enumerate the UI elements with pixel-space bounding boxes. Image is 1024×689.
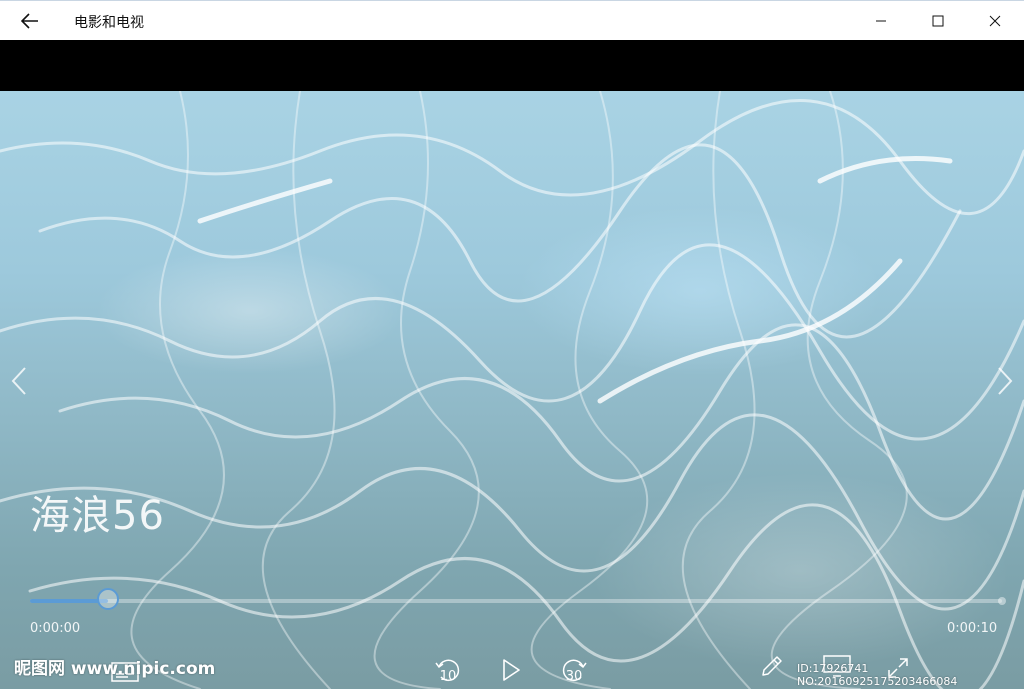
skip-forward-label: 30 (565, 669, 583, 684)
skip-forward-button[interactable]: 30 (556, 652, 592, 688)
maximize-icon (932, 15, 944, 26)
watermark-site: 昵图网 www.nipic.com (14, 659, 216, 679)
edit-button[interactable] (756, 650, 788, 682)
next-video-button[interactable] (990, 361, 1020, 401)
total-time: 0:00:10 (947, 621, 998, 636)
minimize-button[interactable] (853, 1, 909, 40)
seek-end-marker (998, 597, 1006, 605)
title-bar: 电影和电视 (0, 0, 1024, 40)
back-button[interactable] (14, 5, 46, 37)
skip-back-label: 10 (439, 669, 457, 684)
play-icon (503, 659, 520, 681)
play-button[interactable] (496, 654, 526, 686)
skip-back-button[interactable]: 10 (430, 652, 466, 688)
video-title: 海浪56 (30, 493, 165, 539)
watermark-id: ID:17926741 NO:20160925175203466084 (797, 662, 958, 688)
letterbox-bar (0, 40, 1024, 91)
seek-bar[interactable] (30, 588, 1006, 610)
close-icon (989, 15, 1001, 26)
chevron-right-icon (998, 367, 1013, 395)
back-arrow-icon (21, 13, 38, 29)
app-title: 电影和电视 (74, 15, 144, 31)
chevron-left-icon (11, 367, 26, 395)
minimize-icon (876, 20, 886, 21)
current-time: 0:00:00 (30, 621, 81, 636)
close-button[interactable] (967, 1, 1023, 40)
video-frame[interactable]: 海浪56 0:00:00 0:00:10 10 30 昵图网 www.nipic… (0, 91, 1024, 689)
pencil-icon (762, 656, 782, 676)
previous-video-button[interactable] (4, 361, 34, 401)
maximize-button[interactable] (910, 1, 966, 40)
seek-thumb[interactable] (96, 588, 119, 610)
